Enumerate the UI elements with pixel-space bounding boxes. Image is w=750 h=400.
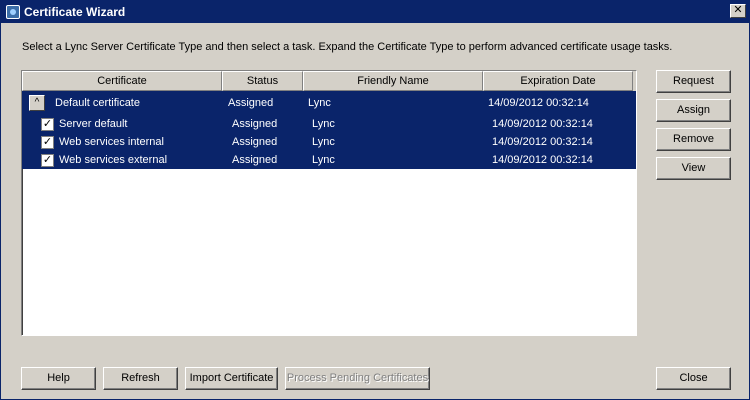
group-friendly-name: Lync — [308, 97, 331, 109]
row-checkbox[interactable]: ✓ — [41, 136, 54, 149]
view-button[interactable]: View — [656, 157, 731, 180]
instructions-text: Select a Lync Server Certificate Type an… — [22, 41, 673, 53]
window-title: Certificate Wizard — [24, 5, 126, 19]
certificate-friendly-name: Lync — [312, 118, 335, 130]
certificate-wizard-window: Certificate Wizard ✕ Select a Lync Serve… — [0, 0, 750, 400]
import-certificate-button[interactable]: Import Certificate — [185, 367, 278, 390]
row-checkbox[interactable]: ✓ — [41, 118, 54, 131]
column-header-certificate[interactable]: Certificate — [22, 71, 222, 91]
certificate-friendly-name: Lync — [312, 154, 335, 166]
certificate-name: Server default — [59, 118, 128, 130]
close-window-button[interactable]: ✕ — [730, 4, 746, 18]
group-expiration-date: 14/09/2012 00:32:14 — [488, 97, 589, 109]
remove-button[interactable]: Remove — [656, 128, 731, 151]
assign-button[interactable]: Assign — [656, 99, 731, 122]
title-bar[interactable]: Certificate Wizard ✕ — [1, 1, 749, 23]
certificate-rows: ^ Default certificate Assigned Lync 14/0… — [22, 91, 636, 169]
row-checkbox[interactable]: ✓ — [41, 154, 54, 167]
certificate-name: Web services external — [59, 154, 168, 166]
list-header: Certificate Status Friendly Name Expirat… — [22, 71, 636, 91]
table-row[interactable]: ✓ Server default Assigned Lync 14/09/201… — [22, 115, 636, 133]
certificate-expiration-date: 14/09/2012 00:32:14 — [492, 118, 593, 130]
group-status: Assigned — [228, 97, 274, 109]
collapse-icon[interactable]: ^ — [29, 95, 45, 111]
certificate-wizard-icon — [6, 5, 20, 19]
certificate-status: Assigned — [232, 154, 278, 166]
certificate-expiration-date: 14/09/2012 00:32:14 — [492, 154, 593, 166]
certificate-group-row[interactable]: ^ Default certificate Assigned Lync 14/0… — [22, 91, 636, 115]
certificate-expiration-date: 14/09/2012 00:32:14 — [492, 136, 593, 148]
column-header-status[interactable]: Status — [222, 71, 303, 91]
table-row[interactable]: ✓ Web services internal Assigned Lync 14… — [22, 133, 636, 151]
table-row[interactable]: ✓ Web services external Assigned Lync 14… — [22, 151, 636, 169]
request-button[interactable]: Request — [656, 70, 731, 93]
certificate-friendly-name: Lync — [312, 136, 335, 148]
certificate-name: Web services internal — [59, 136, 164, 148]
column-header-expiration-date[interactable]: Expiration Date — [483, 71, 633, 91]
certificate-status: Assigned — [232, 118, 278, 130]
certificate-status: Assigned — [232, 136, 278, 148]
close-button[interactable]: Close — [656, 367, 731, 390]
refresh-button[interactable]: Refresh — [103, 367, 178, 390]
process-pending-certificates-button[interactable]: Process Pending Certificates — [285, 367, 430, 390]
column-header-friendly-name[interactable]: Friendly Name — [303, 71, 483, 91]
help-button[interactable]: Help — [21, 367, 96, 390]
certificate-list[interactable]: Certificate Status Friendly Name Expirat… — [21, 70, 637, 336]
group-certificate-name: Default certificate — [55, 97, 140, 109]
close-icon: ✕ — [733, 4, 743, 16]
